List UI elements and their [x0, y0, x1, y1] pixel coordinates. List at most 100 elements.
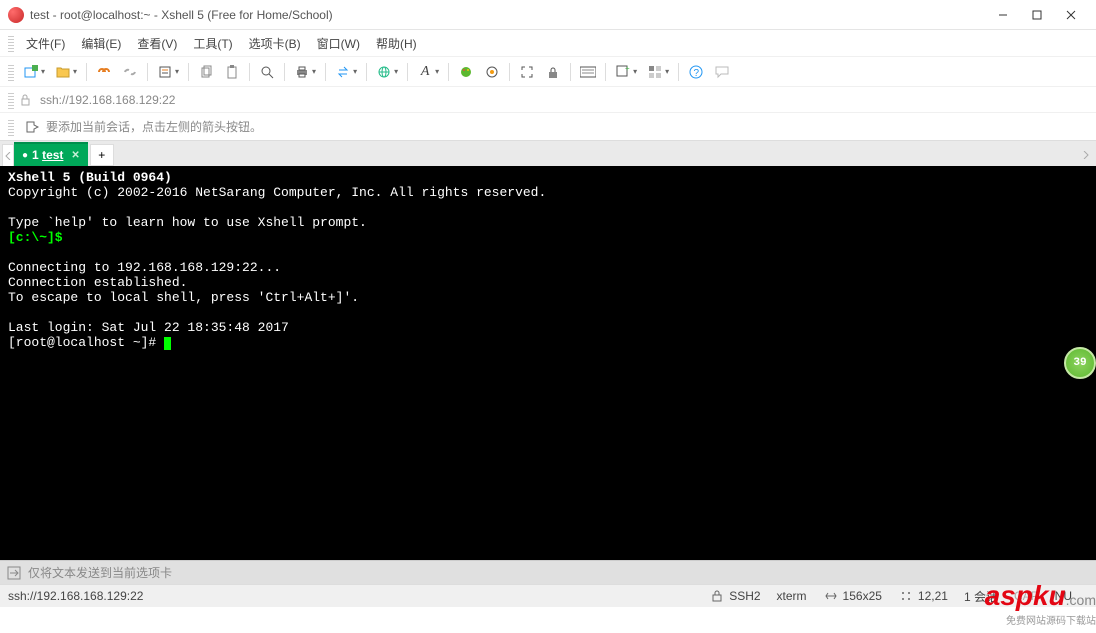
window-title: test - root@localhost:~ - Xshell 5 (Free…: [30, 8, 986, 22]
separator: [249, 63, 250, 81]
paste-icon: [224, 64, 240, 80]
folder-open-icon: [55, 64, 71, 80]
font-icon: A: [417, 64, 433, 80]
window-controls: [986, 2, 1088, 28]
highlight-icon: [484, 64, 500, 80]
help-icon: ?: [688, 64, 704, 80]
send-icon[interactable]: [6, 565, 22, 581]
palette-icon: [458, 64, 474, 80]
arrow-add-icon[interactable]: [24, 119, 40, 135]
tab-add-button[interactable]: +: [90, 144, 114, 166]
tab-bar: ● 1 test ✕ +: [0, 140, 1096, 166]
tab-active[interactable]: ● 1 test ✕: [14, 142, 88, 166]
separator: [509, 63, 510, 81]
unlink-icon: [122, 64, 138, 80]
tab-scroll-left[interactable]: [2, 144, 14, 166]
separator: [284, 63, 285, 81]
terminal-local-prompt: [c:\~]$: [8, 230, 63, 245]
status-num: NU: [1055, 589, 1072, 603]
separator: [86, 63, 87, 81]
fullscreen-icon: [519, 64, 535, 80]
app-icon: [8, 7, 24, 23]
tile-icon: [647, 64, 663, 80]
paste-button[interactable]: [220, 61, 244, 83]
menu-edit[interactable]: 编辑(E): [73, 32, 129, 55]
bullet-icon: ●: [22, 150, 28, 161]
main-toolbar: ▾ ▾ ▾ ▾ ▾ ▾ A▾ +▾ ▾ ?: [0, 56, 1096, 86]
badge-39: 39: [1064, 347, 1096, 379]
separator: [605, 63, 606, 81]
properties-button[interactable]: ▾: [153, 61, 183, 83]
status-address: ssh://192.168.168.129:22: [8, 589, 143, 603]
terminal[interactable]: Xshell 5 (Build 0964) Copyright (c) 2002…: [0, 166, 1096, 560]
grip-icon: [8, 118, 14, 136]
terminal-escape: To escape to local shell, press 'Ctrl+Al…: [8, 290, 359, 305]
status-sessions: 1 会话: [964, 588, 998, 605]
font-button[interactable]: A▾: [413, 61, 443, 83]
terminal-shell-prompt: [root@localhost ~]#: [8, 335, 164, 350]
separator: [678, 63, 679, 81]
transfer-button[interactable]: ▾: [331, 61, 361, 83]
separator: [188, 63, 189, 81]
maximize-button[interactable]: [1020, 2, 1054, 28]
size-icon: [823, 588, 839, 604]
globe-icon: [376, 64, 392, 80]
color-scheme-button[interactable]: [454, 61, 478, 83]
keyboard-button[interactable]: [576, 61, 600, 83]
compose-placeholder: 仅将文本发送到当前选项卡: [28, 564, 172, 581]
terminal-help: Type `help' to learn how to use Xshell p…: [8, 215, 367, 230]
close-button[interactable]: [1054, 2, 1088, 28]
new-window-icon: +: [615, 64, 631, 80]
menu-view[interactable]: 查看(V): [129, 32, 185, 55]
lock-icon: [545, 64, 561, 80]
terminal-connecting: Connecting to 192.168.168.129:22...: [8, 260, 281, 275]
menubar: 文件(F) 编辑(E) 查看(V) 工具(T) 选项卡(B) 窗口(W) 帮助(…: [0, 30, 1096, 56]
lock-small-icon: [18, 92, 34, 108]
separator: [448, 63, 449, 81]
menu-window[interactable]: 窗口(W): [309, 32, 368, 55]
cursor-pos-icon: [898, 588, 914, 604]
link-icon: [96, 64, 112, 80]
tab-label: test: [42, 148, 63, 162]
printer-icon: [294, 64, 310, 80]
status-caps: CAP: [1014, 589, 1039, 603]
status-cursor: 12,21: [898, 588, 948, 604]
separator: [325, 63, 326, 81]
web-button[interactable]: ▾: [372, 61, 402, 83]
menu-file[interactable]: 文件(F): [18, 32, 73, 55]
separator: [407, 63, 408, 81]
highlight-button[interactable]: [480, 61, 504, 83]
svg-text:+: +: [625, 65, 630, 73]
fullscreen-button[interactable]: [515, 61, 539, 83]
help-button[interactable]: ?: [684, 61, 708, 83]
lock-icon: [709, 588, 725, 604]
compose-bar[interactable]: 仅将文本发送到当前选项卡: [0, 560, 1096, 584]
status-ssh: SSH2: [709, 588, 760, 604]
find-button[interactable]: [255, 61, 279, 83]
new-session-button[interactable]: ▾: [19, 61, 49, 83]
menu-help[interactable]: 帮助(H): [368, 32, 425, 55]
menu-tools[interactable]: 工具(T): [185, 32, 240, 55]
open-button[interactable]: ▾: [51, 61, 81, 83]
tile-button[interactable]: ▾: [643, 61, 673, 83]
print-button[interactable]: ▾: [290, 61, 320, 83]
lock-button[interactable]: [541, 61, 565, 83]
disconnect-button[interactable]: [118, 61, 142, 83]
search-icon: [259, 64, 275, 80]
address-text[interactable]: ssh://192.168.168.129:22: [40, 93, 175, 107]
new-window-button[interactable]: +▾: [611, 61, 641, 83]
copy-button[interactable]: [194, 61, 218, 83]
status-term: xterm: [777, 589, 807, 603]
tab-close-button[interactable]: ✕: [71, 150, 79, 161]
minimize-button[interactable]: [986, 2, 1020, 28]
feedback-button[interactable]: [710, 61, 734, 83]
separator: [147, 63, 148, 81]
svg-text:?: ?: [694, 68, 700, 79]
tab-scroll-right[interactable]: [1080, 144, 1092, 166]
chat-icon: [714, 64, 730, 80]
address-bar: ssh://192.168.168.129:22: [0, 86, 1096, 112]
reconnect-button[interactable]: [92, 61, 116, 83]
menu-tab[interactable]: 选项卡(B): [241, 32, 309, 55]
titlebar: test - root@localhost:~ - Xshell 5 (Free…: [0, 0, 1096, 30]
terminal-header: Xshell 5 (Build 0964): [8, 170, 172, 185]
